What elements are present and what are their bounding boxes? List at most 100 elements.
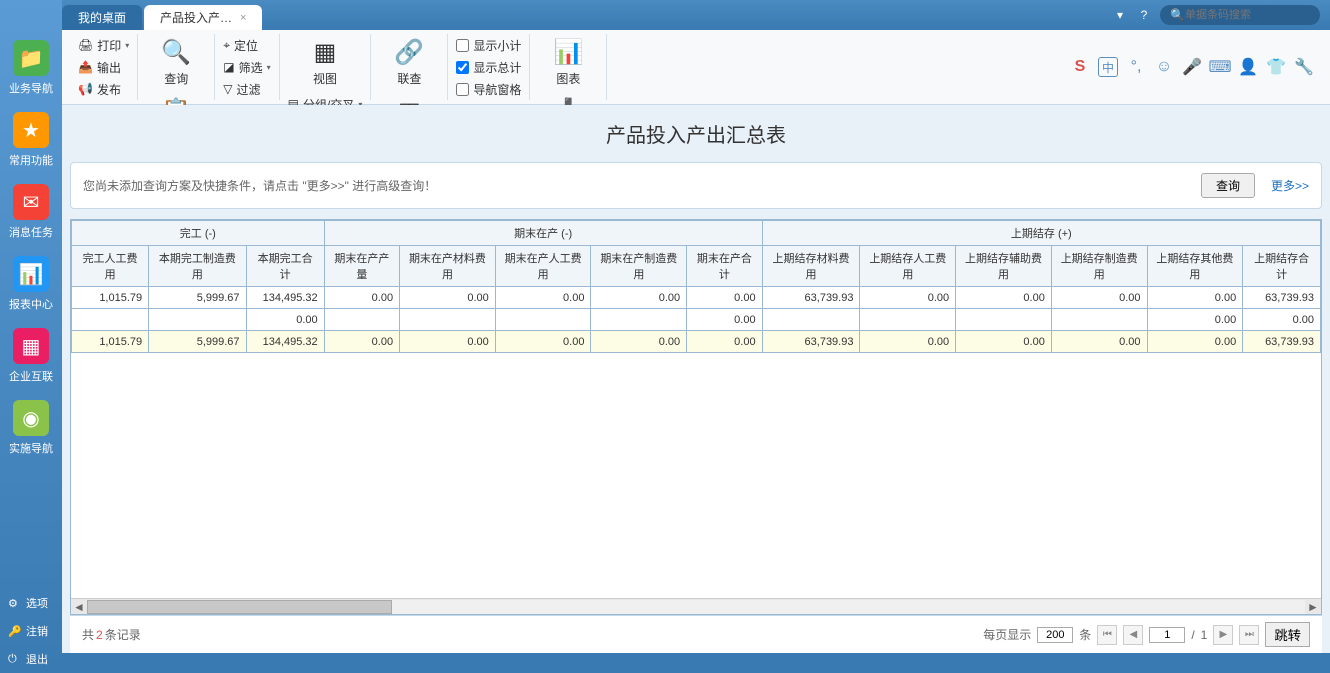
per-page-input[interactable] [1037,627,1073,643]
table-cell: 0.00 [324,287,399,309]
table-cell: 0.00 [591,331,687,353]
scroll-thumb[interactable] [87,600,392,614]
label: 定位 [234,37,258,54]
table-row[interactable]: 1,015.795,999.67134,495.320.000.000.000.… [72,287,1321,309]
ime-punct-icon[interactable]: °, [1126,57,1146,77]
label: 筛选 [239,59,263,76]
sidebar-item-messages[interactable]: ✉ 消息任务 [0,174,62,246]
barcode-search[interactable]: 🔍 [1160,5,1320,25]
filter2-button[interactable]: ▽过滤 [223,78,270,100]
print-button[interactable]: 🖨打印▾ [78,34,129,56]
table-cell: 0.00 [591,287,687,309]
column-header[interactable]: 上期结存制造费用 [1051,246,1147,287]
publish-button[interactable]: 📢发布 [78,78,129,100]
scroll-left-icon[interactable]: ◄ [71,600,87,614]
table-cell: 0.00 [687,287,762,309]
page-current-input[interactable] [1149,627,1185,643]
search-icon: 🔍 [1170,7,1185,23]
compass-icon: ◉ [13,400,49,436]
sidebar-exit[interactable]: ⏻退出 [0,645,62,673]
query-button[interactable]: 查询 [1201,173,1255,198]
column-header-row: 完工人工费用本期完工制造费用本期完工合计期末在产产量期末在产材料费用期末在产人工… [72,246,1321,287]
export-button[interactable]: 📤输出 [78,56,129,78]
last-page-button[interactable]: ⏭ [1239,625,1259,645]
table-cell: 0.00 [1147,309,1243,331]
ime-user-icon[interactable]: 👤 [1238,57,1258,77]
group-header-wangong[interactable]: 完工 (-) [72,221,325,246]
grid-icon: ▦ [309,36,341,68]
sidebar-item-implement[interactable]: ◉ 实施导航 [0,390,62,462]
table-cell: 0.00 [687,309,762,331]
help-icon[interactable]: ? [1136,7,1152,23]
table-cell: 134,495.32 [246,287,324,309]
page-sep: / [1191,628,1194,642]
column-header[interactable]: 上期结存其他费用 [1147,246,1243,287]
column-header[interactable]: 期末在产人工费用 [495,246,591,287]
table-row[interactable]: 1,015.795,999.67134,495.320.000.000.000.… [72,331,1321,353]
column-header[interactable]: 本期完工制造费用 [149,246,246,287]
column-header[interactable]: 上期结存合计 [1243,246,1321,287]
query-button[interactable]: 🔍查询 [146,34,206,89]
ime-voice-icon[interactable]: 🎤 [1182,57,1202,77]
table-cell: 63,739.93 [1243,287,1321,309]
column-header[interactable]: 上期结存辅助费用 [956,246,1052,287]
nav-pane-check[interactable]: 导航窗格 [456,78,521,100]
column-header[interactable]: 期末在产合计 [687,246,762,287]
column-header[interactable]: 完工人工费用 [72,246,149,287]
chart-button[interactable]: 📊图表 [538,34,598,89]
per-page-unit: 条 [1079,626,1091,643]
ime-emoji-icon[interactable]: ☺ [1154,57,1174,77]
table-cell: 63,739.93 [762,287,860,309]
close-icon[interactable]: × [240,12,246,24]
table-cell: 1,015.79 [72,331,149,353]
sidebar-item-biznav[interactable]: 📁 业务导航 [0,30,62,102]
search-icon: 🔍 [160,36,192,68]
locate-button[interactable]: ⌖定位 [223,34,270,56]
printer-icon: 🖨 [78,38,93,52]
checkbox[interactable] [456,39,469,52]
column-header[interactable]: 期末在产制造费用 [591,246,687,287]
total-count: 2 [96,628,103,642]
sidebar-logout[interactable]: 🔑注销 [0,617,62,645]
dropdown-icon[interactable]: ▾ [1112,7,1128,23]
table-row[interactable]: 0.000.000.000.00 [72,309,1321,331]
checkbox[interactable] [456,61,469,74]
group-header-shangqi[interactable]: 上期结存 (+) [762,221,1320,246]
more-link[interactable]: 更多>> [1271,177,1309,194]
sogou-icon[interactable]: S [1070,57,1090,77]
tab-desktop[interactable]: 我的桌面 [62,5,142,30]
view-button[interactable]: ▦视图 [288,34,363,89]
sidebar-item-common[interactable]: ★ 常用功能 [0,102,62,174]
column-header[interactable]: 期末在产产量 [324,246,399,287]
column-header[interactable]: 本期完工合计 [246,246,324,287]
show-total-check[interactable]: 显示总计 [456,56,521,78]
column-header[interactable]: 期末在产材料费用 [400,246,496,287]
sidebar-options[interactable]: ⚙选项 [0,589,62,617]
ime-lang-icon[interactable]: 中 [1098,57,1118,77]
scroll-track[interactable] [87,600,1305,614]
checkbox[interactable] [456,83,469,96]
first-page-button[interactable]: ⏮ [1097,625,1117,645]
group-header-qimo[interactable]: 期末在产 (-) [324,221,762,246]
horizontal-scrollbar[interactable]: ◄ ► [71,598,1321,614]
ime-skin-icon[interactable]: 👕 [1266,57,1286,77]
column-header[interactable]: 上期结存材料费用 [762,246,860,287]
label: 输出 [97,59,121,76]
ime-keyboard-icon[interactable]: ⌨ [1210,57,1230,77]
sidebar-item-enterprise[interactable]: ▦ 企业互联 [0,318,62,390]
tab-product-io[interactable]: 产品投入产… × [144,5,262,30]
prev-page-button[interactable]: ◀ [1123,625,1143,645]
search-input[interactable] [1185,9,1310,21]
publish-icon: 📢 [78,82,93,96]
scroll-right-icon[interactable]: ► [1305,600,1321,614]
next-page-button[interactable]: ▶ [1213,625,1233,645]
ime-tool-icon[interactable]: 🔧 [1294,57,1314,77]
table-cell: 0.00 [400,287,496,309]
column-header[interactable]: 上期结存人工费用 [860,246,956,287]
filter-button[interactable]: ◪筛选▾ [223,56,270,78]
jump-button[interactable]: 跳转 [1265,622,1310,647]
table-cell [1051,309,1147,331]
sidebar-item-reports[interactable]: 📊 报表中心 [0,246,62,318]
show-subtotal-check[interactable]: 显示小计 [456,34,521,56]
link-button[interactable]: 🔗联查 [379,34,439,89]
